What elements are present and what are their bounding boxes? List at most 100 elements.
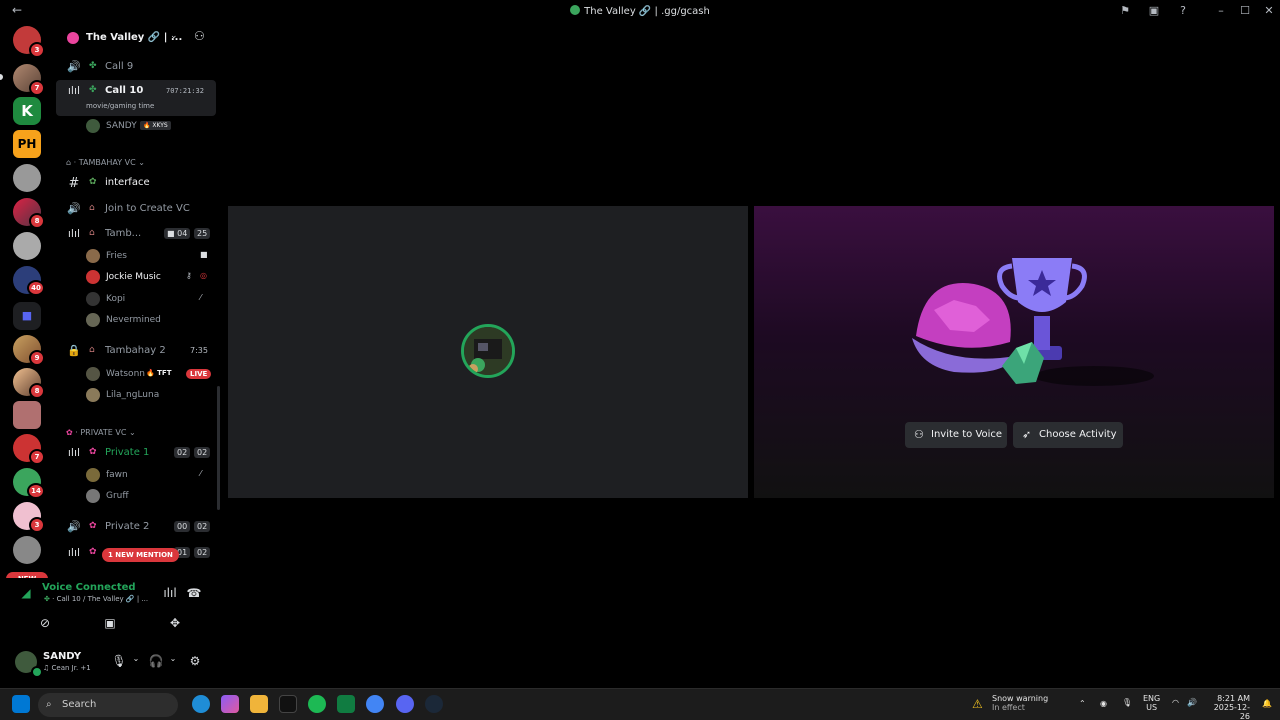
voice-user-tile[interactable] — [228, 206, 748, 498]
voice-user[interactable]: fawn ⁄ — [84, 467, 214, 485]
activities-icon[interactable]: ✥ — [167, 616, 183, 630]
text-channel-interface[interactable]: # ✿ interface — [56, 174, 216, 192]
voice-channel-join-create[interactable]: 🔊 ⌂ Join to Create VC — [56, 200, 216, 218]
flower-icon: ✿ — [89, 447, 97, 457]
channel-sidebar: The Valley 🔗 | ... ⌄ ⚇ 🔊 ✤ Call 9 ılıl ✤… — [56, 22, 220, 574]
avatar — [86, 249, 100, 263]
category-tambahay[interactable]: ⌂ · TAMBAHAY VC ⌄ — [66, 158, 145, 167]
disconnect-icon[interactable]: ☎ — [186, 586, 202, 600]
tiktok-icon[interactable] — [279, 695, 297, 713]
inbox-flag-icon[interactable]: ⚑ — [1117, 3, 1133, 19]
server-icon[interactable] — [13, 401, 41, 429]
voice-channel-tambahay2[interactable]: 🔒 ⌂ Tambahay 2 7:35 — [56, 342, 216, 360]
settings-gear-icon[interactable]: ⚙ — [187, 654, 203, 668]
copilot-icon[interactable] — [221, 695, 239, 713]
server-icon[interactable] — [13, 536, 41, 564]
avatar — [86, 313, 100, 327]
channel-label: Tambahay 2 — [105, 345, 166, 356]
file-explorer-icon[interactable] — [250, 695, 268, 713]
voice-user[interactable]: Lila_ngLuna — [84, 387, 214, 405]
mic-muted-icon: ⁄ — [200, 293, 202, 302]
microphone-icon[interactable]: 🎙 — [111, 654, 127, 668]
clover-icon: ✤ — [89, 85, 97, 95]
live-badge: LIVE — [186, 369, 212, 379]
mic-muted-icon: ⚷ — [186, 271, 192, 280]
spotify-icon[interactable] — [308, 695, 326, 713]
invite-to-voice-button[interactable]: ⚇ Invite to Voice — [905, 422, 1007, 448]
chrome-icon[interactable] — [366, 695, 384, 713]
help-icon[interactable]: ? — [1175, 3, 1191, 19]
user-limit: 02 — [194, 521, 211, 532]
chevron-down-icon[interactable]: ⌄ — [165, 654, 181, 663]
avatar — [86, 292, 100, 306]
voice-user[interactable]: Gruff — [84, 488, 214, 506]
camera-off-icon[interactable]: ⊘ — [37, 616, 53, 630]
chevron-down-icon[interactable]: ⌄ — [128, 654, 144, 663]
voice-status[interactable]: Voice Connected — [42, 582, 136, 593]
guild-header[interactable]: The Valley 🔗 | ... ⌄ ⚇ — [56, 22, 220, 54]
notifications-icon[interactable]: 🔔 — [1262, 699, 1272, 708]
voice-user[interactable]: SANDY 🔥 XKYS — [84, 118, 214, 136]
maximize-icon[interactable]: ☐ — [1237, 3, 1253, 19]
windows-start-icon[interactable] — [12, 695, 30, 713]
flower-icon: ✿ — [89, 547, 97, 557]
avatar — [86, 489, 100, 503]
voice-user[interactable]: Watsonn 🔥 TFT LIVE — [84, 366, 214, 384]
clock[interactable]: 8:21 AM 2025-12-26 — [1208, 694, 1250, 720]
chevron-down-icon[interactable]: ⌄ — [170, 31, 178, 41]
screen-share-icon[interactable]: ▣ — [102, 616, 118, 630]
edge-icon[interactable] — [192, 695, 210, 713]
chevron-up-icon[interactable]: ⌃ — [1079, 699, 1086, 708]
signal-icon[interactable]: ◢ — [18, 586, 34, 600]
new-mention-pill[interactable]: 1 NEW MENTION — [102, 548, 179, 562]
voice-user[interactable]: Fries ■ — [84, 248, 214, 266]
voice-active-icon: ılıl — [67, 227, 81, 240]
server-icon[interactable]: K — [13, 97, 41, 125]
network-icon[interactable]: ◉ — [1100, 699, 1107, 708]
voice-active-icon: ılıl — [67, 546, 81, 559]
avatar — [86, 367, 100, 381]
warning-icon[interactable]: ⚠ — [972, 697, 983, 711]
window-title: The Valley 🔗 | .gg/gcash — [0, 5, 1280, 17]
server-icon[interactable] — [13, 164, 41, 192]
category-private[interactable]: ✿ · PRIVATE VC ⌄ — [66, 428, 136, 437]
headphones-icon[interactable]: 🎧 — [148, 654, 164, 668]
server-icon[interactable] — [13, 232, 41, 260]
voice-user[interactable]: Nevermined — [84, 312, 214, 330]
minimize-icon[interactable]: – — [1213, 3, 1229, 19]
camera-icon: ■ — [200, 250, 208, 259]
clover-icon: ✤ — [44, 595, 50, 603]
voice-channel-private1[interactable]: ılıl ✿ Private 1 02 02 — [56, 444, 216, 462]
online-status-dot — [31, 666, 43, 678]
taskbar-search[interactable]: ⌕ Search — [38, 693, 178, 717]
language-indicator[interactable]: ENG US — [1143, 694, 1160, 712]
channel-label: Private 2 — [105, 521, 150, 532]
voice-channel-call9[interactable]: 🔊 ✤ Call 9 — [56, 58, 216, 76]
guild-icon — [67, 32, 79, 44]
xbox-icon[interactable] — [337, 695, 355, 713]
add-member-icon[interactable]: ⚇ — [194, 29, 205, 43]
screen-share-icon[interactable]: ▣ — [1146, 3, 1162, 19]
weather-widget[interactable]: Snow warning In effect — [992, 694, 1048, 712]
volume-icon[interactable]: 🔊 — [1187, 698, 1197, 707]
voice-user[interactable]: Kopi ⁄ — [84, 291, 214, 309]
choose-activity-button[interactable]: ➶ Choose Activity — [1013, 422, 1123, 448]
voice-channel-private2[interactable]: 🔊 ✿ Private 2 00 02 — [56, 518, 216, 536]
lock-icon: 🔒 — [67, 344, 81, 357]
microphone-icon[interactable]: 🎙 — [1122, 698, 1132, 707]
voice-channel-tamb[interactable]: ılıl ⌂ Tamb... ■ 04 25 — [56, 225, 216, 243]
user-name: Fries — [106, 251, 127, 261]
voice-active-icon: ılıl — [67, 446, 81, 459]
server-icon[interactable]: PH — [13, 130, 41, 158]
noise-suppression-icon[interactable]: ılıl — [162, 586, 178, 600]
close-icon[interactable]: ✕ — [1261, 3, 1277, 19]
voice-user[interactable]: Jockie Music ⚷ ◎ — [84, 269, 214, 287]
discord-icon[interactable] — [396, 695, 414, 713]
steam-icon[interactable] — [425, 695, 443, 713]
voice-location[interactable]: ✤ · Call 10 / The Valley 🔗 | ... — [44, 595, 148, 603]
sidebar-scrollbar[interactable] — [217, 386, 220, 510]
wifi-icon[interactable]: ◠ — [1172, 698, 1179, 707]
voice-channel-call10[interactable]: ılıl ✤ Call 10 707:21:32 movie/gaming ti… — [56, 80, 216, 116]
folder-icon[interactable]: ■ — [13, 302, 41, 330]
channel-label: Join to Create VC — [105, 203, 190, 214]
